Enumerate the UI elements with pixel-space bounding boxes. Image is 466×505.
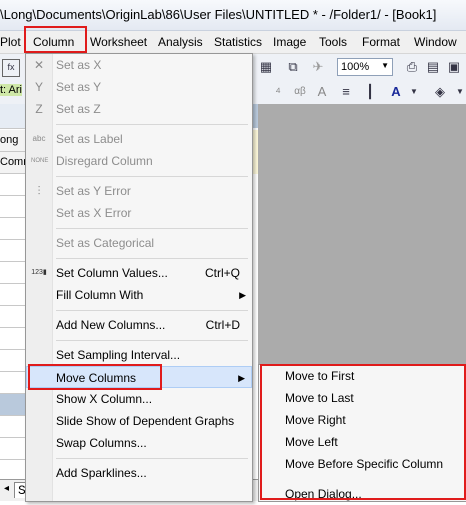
export-icon[interactable]: ▤ xyxy=(425,59,441,75)
fill-color-icon[interactable]: ◈ xyxy=(432,84,448,100)
menu-tools[interactable]: Tools xyxy=(319,35,347,49)
shortcut-ctrl-d: Ctrl+D xyxy=(205,318,240,332)
menu-item-fill-column-with[interactable]: Fill Column With ▶ xyxy=(26,284,252,306)
chevron-down-icon: ▼ xyxy=(381,61,389,70)
tab-scroll-icon[interactable]: ◂ xyxy=(4,483,9,494)
column-menu-annotation-box xyxy=(24,26,87,53)
table-row[interactable] xyxy=(0,438,28,460)
set-values-icon: 123▮ xyxy=(31,269,47,276)
comments-row: Comr xyxy=(0,152,28,174)
menu-item-set-as-categorical[interactable]: Set as Categorical xyxy=(26,232,252,254)
label-icon: abc xyxy=(32,134,46,143)
menu-plot[interactable]: Plot xyxy=(0,35,21,49)
menu-item-add-sparklines[interactable]: Add Sparklines... xyxy=(26,462,252,484)
menu-separator xyxy=(56,176,248,177)
menu-item-slide-show-dependent-graphs[interactable]: Slide Show of Dependent Graphs xyxy=(26,410,252,432)
menu-item-set-as-x[interactable]: ✕ Set as X xyxy=(26,54,252,76)
table-row[interactable] xyxy=(0,372,28,394)
menu-item-add-new-columns[interactable]: Add New Columns... Ctrl+D xyxy=(26,314,252,336)
table-row[interactable] xyxy=(0,416,28,438)
menu-separator xyxy=(56,228,248,229)
zoom-select[interactable]: 100% ▼ xyxy=(337,58,393,76)
long-name-row: ong xyxy=(0,130,28,152)
y-error-icon: ⫶ xyxy=(37,184,41,198)
table-row[interactable] xyxy=(0,306,28,328)
menu-statistics[interactable]: Statistics xyxy=(214,35,262,49)
column-menu: ✕ Set as X Y Set as Y Z Set as Z abc Set… xyxy=(25,53,253,502)
matrix-icon[interactable]: ▦ xyxy=(258,59,274,75)
font-color-icon[interactable]: A xyxy=(388,84,404,100)
x-icon: ✕ xyxy=(33,58,45,72)
submenu-arrow-icon: ▶ xyxy=(239,290,246,300)
menu-item-set-as-x-error[interactable]: Set as X Error xyxy=(26,202,252,224)
menu-item-swap-columns[interactable]: Swap Columns... xyxy=(26,432,252,454)
shortcut-ctrl-q: Ctrl+Q xyxy=(204,266,240,280)
y-icon: Y xyxy=(34,80,43,94)
table-row[interactable] xyxy=(0,218,28,240)
menu-format[interactable]: Format xyxy=(362,35,400,49)
chevron-down-icon[interactable]: ▼ xyxy=(452,84,466,100)
submenu-arrow-icon: ▶ xyxy=(238,373,245,383)
none-icon: NONE xyxy=(31,158,49,164)
menu-item-set-sampling-interval[interactable]: Set Sampling Interval... xyxy=(26,344,252,366)
worksheet-left-edge: ong Comr xyxy=(0,104,28,484)
copy-icon[interactable]: ⧉ xyxy=(285,59,301,75)
move-columns-annotation-box xyxy=(28,364,162,390)
font-size-icon[interactable]: A xyxy=(314,84,330,100)
menu-item-set-as-label[interactable]: abc Set as Label xyxy=(26,128,252,150)
menu-worksheet[interactable]: Worksheet xyxy=(90,35,147,49)
menu-window[interactable]: Window xyxy=(414,35,457,49)
runner-icon[interactable]: ✈ xyxy=(310,59,326,75)
table-row[interactable] xyxy=(0,262,28,284)
zoom-value: 100% xyxy=(341,61,370,73)
menu-item-set-as-y-error[interactable]: ⫶ Set as Y Error xyxy=(26,180,252,202)
menu-item-show-x-column[interactable]: Show X Column... xyxy=(26,388,252,410)
menu-separator xyxy=(56,258,248,259)
menu-item-set-column-values[interactable]: 123▮ Set Column Values... Ctrl+Q xyxy=(26,262,252,284)
chevron-down-icon[interactable]: ▼ xyxy=(406,84,422,100)
layout-icon[interactable]: ▣ xyxy=(446,59,462,75)
fx-icon[interactable]: fx xyxy=(2,59,20,77)
table-row[interactable] xyxy=(0,240,28,262)
table-row[interactable] xyxy=(0,174,28,196)
menu-image[interactable]: Image xyxy=(273,35,306,49)
menu-item-set-as-z[interactable]: Z Set as Z xyxy=(26,98,252,120)
z-icon: Z xyxy=(35,102,43,116)
submenu-annotation-box xyxy=(260,364,466,500)
sheet-header xyxy=(0,104,28,129)
menu-separator xyxy=(56,310,248,311)
table-row[interactable] xyxy=(0,350,28,372)
menu-item-disregard-column[interactable]: NONE Disregard Column xyxy=(26,150,252,172)
superscript-icon[interactable]: ⁴ xyxy=(270,84,286,100)
menu-separator xyxy=(56,458,248,459)
align-icon[interactable]: ≡ xyxy=(338,84,354,100)
table-row[interactable] xyxy=(0,196,28,218)
menu-separator xyxy=(56,124,248,125)
barcode-icon[interactable]: ┃ xyxy=(362,84,378,100)
window-title: \Long\Documents\OriginLab\86\User Files\… xyxy=(0,7,437,22)
table-row[interactable] xyxy=(0,394,28,416)
font-select[interactable]: t: Ari xyxy=(0,84,23,96)
menu-analysis[interactable]: Analysis xyxy=(158,35,203,49)
menu-separator xyxy=(56,340,248,341)
menu-item-set-as-y[interactable]: Y Set as Y xyxy=(26,76,252,98)
table-row[interactable] xyxy=(0,328,28,350)
greek-icon[interactable]: αβ xyxy=(292,84,308,100)
table-row[interactable] xyxy=(0,284,28,306)
print-icon[interactable]: ⎙ xyxy=(404,59,420,75)
